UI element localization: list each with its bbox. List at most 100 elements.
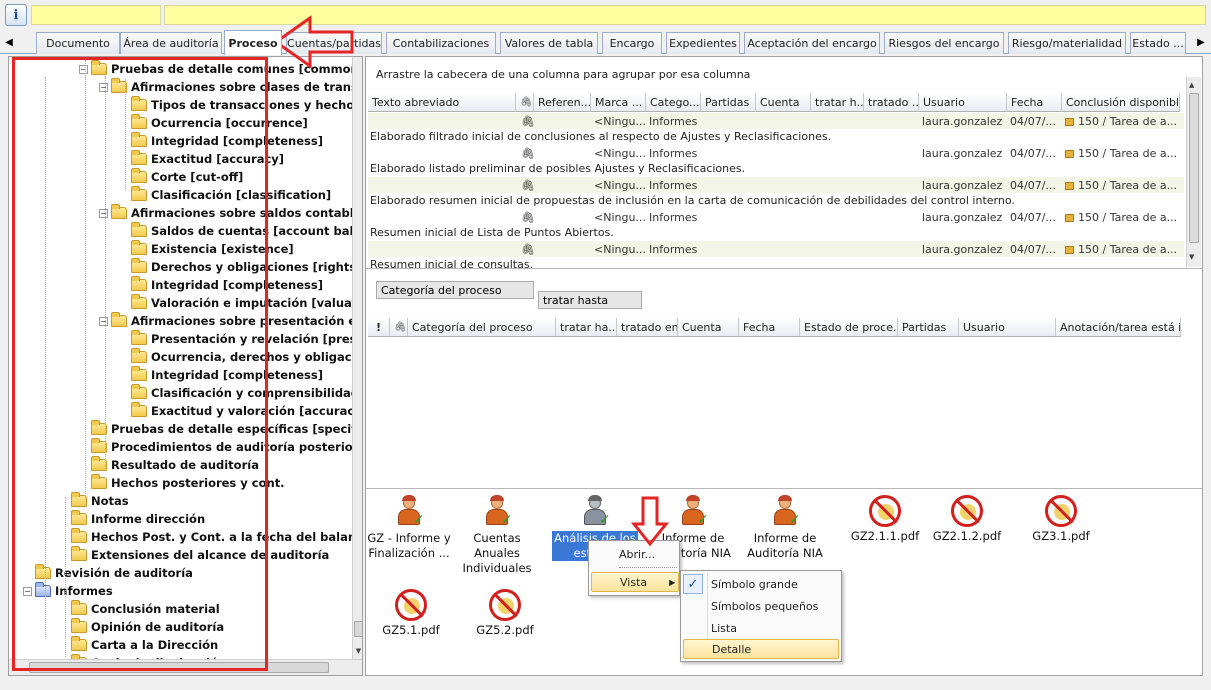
pdf-file-item[interactable]: GZ2.1.1.pdf xyxy=(842,491,928,544)
grid2-column-header[interactable]: Categoría del proceso xyxy=(408,318,556,337)
grid1-column-header[interactable]: Conclusión disponibl... xyxy=(1062,93,1180,112)
grid2-column-header[interactable]: 🖇 xyxy=(390,318,408,337)
cell-marca: <Ningu... xyxy=(594,114,646,128)
grid2-column-header[interactable]: Cuenta xyxy=(678,318,739,337)
cell-categoria: Informes xyxy=(649,178,698,192)
cell-categoria: Informes xyxy=(649,146,698,160)
grid1-column-header[interactable]: Texto abreviado xyxy=(368,93,516,112)
tab-5[interactable]: Contabilizaciones xyxy=(386,32,496,54)
tab-1[interactable]: Documento xyxy=(36,32,120,54)
cell-fecha: 04/07/... xyxy=(1010,210,1056,224)
row-note: Elaborado resumen inicial de propuestas … xyxy=(370,194,1015,207)
info-icon[interactable]: i xyxy=(5,4,27,26)
grid1-column-header[interactable]: tratar h... xyxy=(811,93,864,112)
grid2-column-header[interactable]: Fecha xyxy=(739,318,800,337)
grid2-column-header[interactable]: tratado en xyxy=(617,318,678,337)
cell-marca: <Ningu... xyxy=(594,210,646,224)
tree-scroll-thumb[interactable] xyxy=(354,621,362,637)
grid2-column-header[interactable]: Usuario xyxy=(959,318,1056,337)
grid2-column-header[interactable]: Estado de proce... xyxy=(800,318,898,337)
tab-7[interactable]: Encargo xyxy=(602,32,662,54)
conclusion-text: 150 / Tarea de a... xyxy=(1078,210,1178,224)
info-field-short xyxy=(31,5,161,25)
cell-fecha: 04/07/... xyxy=(1010,114,1056,128)
document-item[interactable]: ✓ GZ - Informe y Finalización ... xyxy=(366,491,452,561)
grid1-column-header[interactable]: tratado ... xyxy=(864,93,919,112)
grid1-column-header[interactable]: Fecha xyxy=(1007,93,1062,112)
user-document-icon: ✓ xyxy=(480,495,514,529)
user-document-icon: ✓ xyxy=(578,495,612,529)
tab-9[interactable]: Aceptación del encargo xyxy=(744,32,880,54)
grid-vertical-scrollbar[interactable]: ▲ ▼ xyxy=(1186,77,1201,267)
lock-icon xyxy=(1065,246,1074,254)
row-note: Elaborado filtrado inicial de conclusion… xyxy=(370,130,832,143)
chevron-down-icon[interactable]: ▼ xyxy=(1189,253,1194,261)
pdf-file-icon xyxy=(869,495,901,527)
tab-8[interactable]: Expedientes xyxy=(666,32,740,54)
context-menu: Abrir... Vista ▶ xyxy=(588,540,680,596)
grid1-column-header[interactable]: Usuario xyxy=(919,93,1007,112)
group-box-category[interactable]: Categoría del proceso xyxy=(376,281,534,299)
tree-vertical-scrollbar[interactable]: ▼ xyxy=(352,57,362,659)
submenu-arrow-icon: ▶ xyxy=(669,577,676,587)
cell-conclusion: 150 / Tarea de a... xyxy=(1062,145,1180,161)
document-item[interactable]: ✓ Informe de Auditoría NIA xyxy=(742,491,828,561)
row-note: Resumen inicial de consultas. xyxy=(370,258,534,271)
cell-usuario: laura.gonzalez xyxy=(922,114,1003,128)
tab-11[interactable]: Riesgo/materialidad xyxy=(1008,32,1126,54)
documents-grid[interactable]: Arrastre la cabecera de una columna para… xyxy=(366,57,1202,271)
pdf-file-item[interactable]: GZ2.1.2.pdf xyxy=(924,491,1010,544)
document-item[interactable]: ✓ Cuentas Anuales Individuales xyxy=(454,491,540,576)
lock-icon xyxy=(1065,182,1074,190)
cell-usuario: laura.gonzalez xyxy=(922,178,1003,192)
cell-categoria: Informes xyxy=(649,242,698,256)
submenu-item-small-icons[interactable]: Símbolos pequeños xyxy=(711,596,839,616)
grid1-column-header[interactable]: Catego... xyxy=(646,93,701,112)
cell-conclusion: 150 / Tarea de a... xyxy=(1062,177,1180,193)
view-submenu: ✓ Símbolo grande Símbolos pequeños Lista… xyxy=(680,570,842,662)
pdf-file-item[interactable]: GZ3.1.pdf xyxy=(1018,491,1104,544)
grid1-column-header[interactable]: 🖇 xyxy=(516,93,534,112)
item-label: GZ2.1.2.pdf xyxy=(932,529,1002,543)
grid1-column-header[interactable]: Referen... xyxy=(534,93,591,112)
grid2-column-header[interactable]: Partidas xyxy=(898,318,959,337)
submenu-item-list[interactable]: Lista xyxy=(711,618,839,638)
cell-conclusion: 150 / Tarea de a... xyxy=(1062,209,1180,225)
pdf-file-item[interactable]: GZ5.2.pdf xyxy=(462,585,548,638)
grid1-column-header[interactable]: Marca ... xyxy=(591,93,646,112)
paperclip-icon: 🖇 xyxy=(394,321,407,333)
grid1-column-header[interactable]: Partidas xyxy=(701,93,756,112)
tab-scroll-right-icon[interactable]: ▶ xyxy=(1194,34,1208,50)
grid-scroll-thumb[interactable] xyxy=(1189,93,1199,243)
cell-categoria: Informes xyxy=(649,210,698,224)
chevron-down-icon[interactable]: ▼ xyxy=(354,647,362,657)
cell-fecha: 04/07/... xyxy=(1010,178,1056,192)
menu-item-view[interactable]: Vista ▶ xyxy=(591,572,679,592)
grid1-column-header[interactable]: Cuenta xyxy=(756,93,811,112)
tab-12[interactable]: Estado ... xyxy=(1130,32,1186,54)
group-box-tratar-hasta[interactable]: tratar hasta xyxy=(538,291,642,309)
tab-2[interactable]: Área de auditoría xyxy=(120,32,222,54)
item-label: GZ - Informe y Finalización ... xyxy=(367,531,451,560)
user-document-icon: ✓ xyxy=(392,495,426,529)
cell-conclusion: 150 / Tarea de a... xyxy=(1062,241,1180,257)
tab-3[interactable]: Proceso xyxy=(224,30,282,55)
tab-10[interactable]: Riesgos del encargo xyxy=(884,32,1004,54)
grid2-column-header[interactable]: tratar ha... xyxy=(556,318,617,337)
cell-marca: <Ningu... xyxy=(594,178,646,192)
submenu-item-detail[interactable]: Detalle xyxy=(683,639,839,659)
paperclip-icon: 🖇 xyxy=(520,96,533,108)
grid2-column-header[interactable]: ! xyxy=(368,318,390,337)
chevron-up-icon[interactable]: ▲ xyxy=(1189,81,1194,89)
tab-6[interactable]: Valores de tabla xyxy=(500,32,598,54)
pdf-file-icon xyxy=(395,589,427,621)
paperclip-icon: 🖇 xyxy=(521,178,534,192)
grid2-column-header[interactable]: Anotación/tarea está i... xyxy=(1056,318,1181,337)
menu-item-view-label: Vista xyxy=(620,575,648,589)
cell-fecha: 04/07/... xyxy=(1010,146,1056,160)
submenu-item-large-icons[interactable]: Símbolo grande xyxy=(711,574,839,594)
pdf-file-item[interactable]: GZ5.1.pdf xyxy=(368,585,454,638)
process-grid[interactable]: Categoría del proceso tratar hasta ! 🖇 Cat… xyxy=(366,278,1202,484)
conclusion-text: 150 / Tarea de a... xyxy=(1078,178,1178,192)
tab-scroll-left-icon[interactable]: ◀ xyxy=(2,34,16,50)
